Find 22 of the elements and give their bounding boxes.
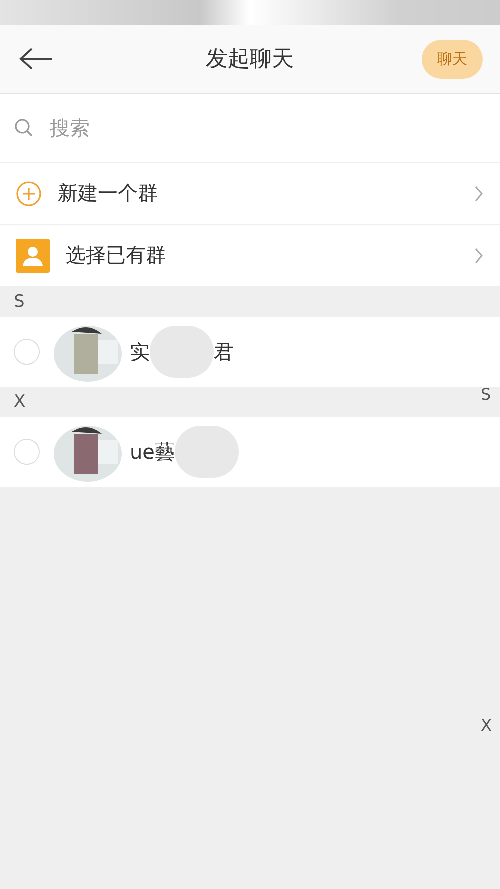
back-arrow-icon: [18, 47, 54, 71]
contact-row[interactable]: 实 君: [0, 317, 500, 387]
search-field[interactable]: 搜索: [48, 115, 252, 141]
radio-button[interactable]: [14, 339, 40, 365]
back-button[interactable]: [18, 47, 54, 71]
contact-row[interactable]: ue藝: [0, 417, 500, 487]
menu-item[interactable]: 选择已有群: [0, 225, 500, 287]
radio-button[interactable]: [14, 439, 40, 465]
index-letter[interactable]: S: [481, 385, 492, 404]
plus-circle-icon: [16, 180, 42, 206]
contact-name: 实: [130, 338, 150, 366]
menu-label: 新建一个群: [58, 180, 158, 207]
menu-label: 选择已有群: [66, 242, 166, 269]
contact-name: ue藝: [130, 438, 175, 466]
chevron-icon: [474, 246, 484, 264]
search-icon: [14, 118, 34, 138]
menu-item[interactable]: 新建一个群: [0, 163, 500, 225]
chevron-icon: [474, 184, 484, 202]
contact-name: 君: [214, 338, 234, 366]
person-icon: [16, 238, 50, 272]
window-title: 发起聊天: [206, 46, 294, 74]
index-letter[interactable]: X: [481, 716, 492, 735]
